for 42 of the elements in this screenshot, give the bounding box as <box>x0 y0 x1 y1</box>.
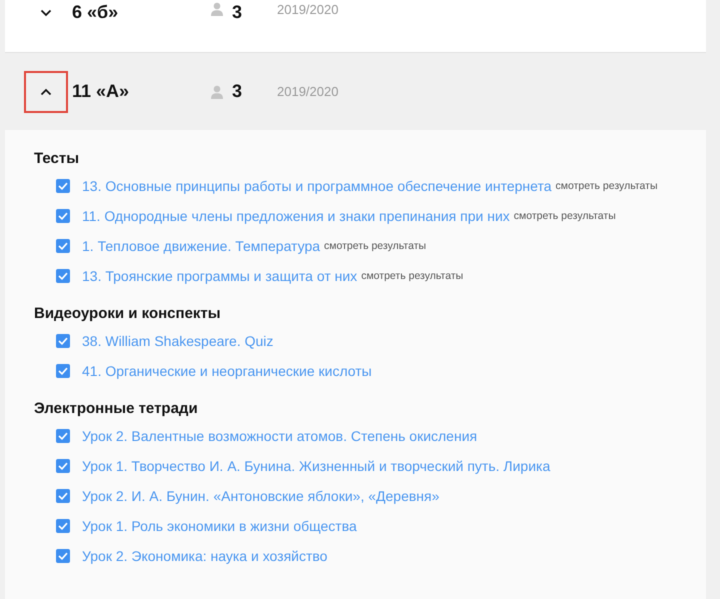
material-link[interactable]: 41. Органические и неорганические кислоты <box>82 363 372 379</box>
checkbox[interactable] <box>56 364 70 378</box>
school-year: 2019/2020 <box>277 84 338 99</box>
material-link[interactable]: Урок 1. Творчество И. А. Бунина. Жизненный и творческий путь. Лирика <box>82 458 550 474</box>
class-name: 11 «А» <box>72 81 130 102</box>
student-count: 3 <box>232 81 244 102</box>
class-row[interactable]: 6 «б» 3 2019/2020 <box>5 0 706 53</box>
expand-toggle[interactable] <box>24 70 68 112</box>
material-link[interactable]: 11. Однородные члены предложения и знаки препинания при них <box>82 208 510 224</box>
section-title: Электронные тетради <box>34 400 198 417</box>
checkbox[interactable] <box>56 269 70 283</box>
results-link[interactable]: смотреть результаты <box>556 180 658 192</box>
checkbox[interactable] <box>56 489 70 503</box>
checkbox[interactable] <box>56 209 70 223</box>
person-icon <box>210 84 224 98</box>
checkbox[interactable] <box>56 179 70 193</box>
section-title: Тесты <box>34 150 80 167</box>
material-link[interactable]: 1. Тепловое движение. Температура <box>82 238 320 254</box>
material-link[interactable]: Урок 1. Роль экономики в жизни общества <box>82 518 357 534</box>
checkbox[interactable] <box>56 519 70 533</box>
chevron-up-icon <box>40 88 52 96</box>
material-link[interactable]: 13. Основные принципы работы и программное обеспечение интернета <box>82 178 552 194</box>
student-count: 3 <box>232 2 244 23</box>
checkbox[interactable] <box>56 239 70 253</box>
material-link[interactable]: Урок 2. Экономика: наука и хозяйство <box>82 548 328 564</box>
class-name: 6 «б» <box>72 2 120 23</box>
material-link[interactable]: Урок 2. Валентные возможности атомов. Степень окисления <box>82 428 478 444</box>
section-title: Видеоуроки и конспекты <box>34 305 221 322</box>
material-link[interactable]: 13. Троянские программы и защита от них <box>82 268 358 284</box>
material-link[interactable]: Урок 2. И. А. Бунин. «Антоновские яблоки», «Деревня» <box>82 488 440 504</box>
class-row[interactable]: 11 «А» 3 2019/2020 <box>5 53 706 130</box>
chevron-down-icon <box>40 8 52 16</box>
checkbox[interactable] <box>56 429 70 443</box>
person-icon <box>210 2 224 16</box>
results-link[interactable]: смотреть результаты <box>361 270 464 282</box>
results-link[interactable]: смотреть результаты <box>324 240 426 252</box>
results-link[interactable]: смотреть результаты <box>514 210 616 222</box>
checkbox[interactable] <box>56 549 70 563</box>
material-link[interactable]: 38. William Shakespeare. Quiz <box>82 333 274 349</box>
checkbox[interactable] <box>56 334 70 348</box>
school-year: 2019/2020 <box>277 2 338 17</box>
checkbox[interactable] <box>56 459 70 473</box>
